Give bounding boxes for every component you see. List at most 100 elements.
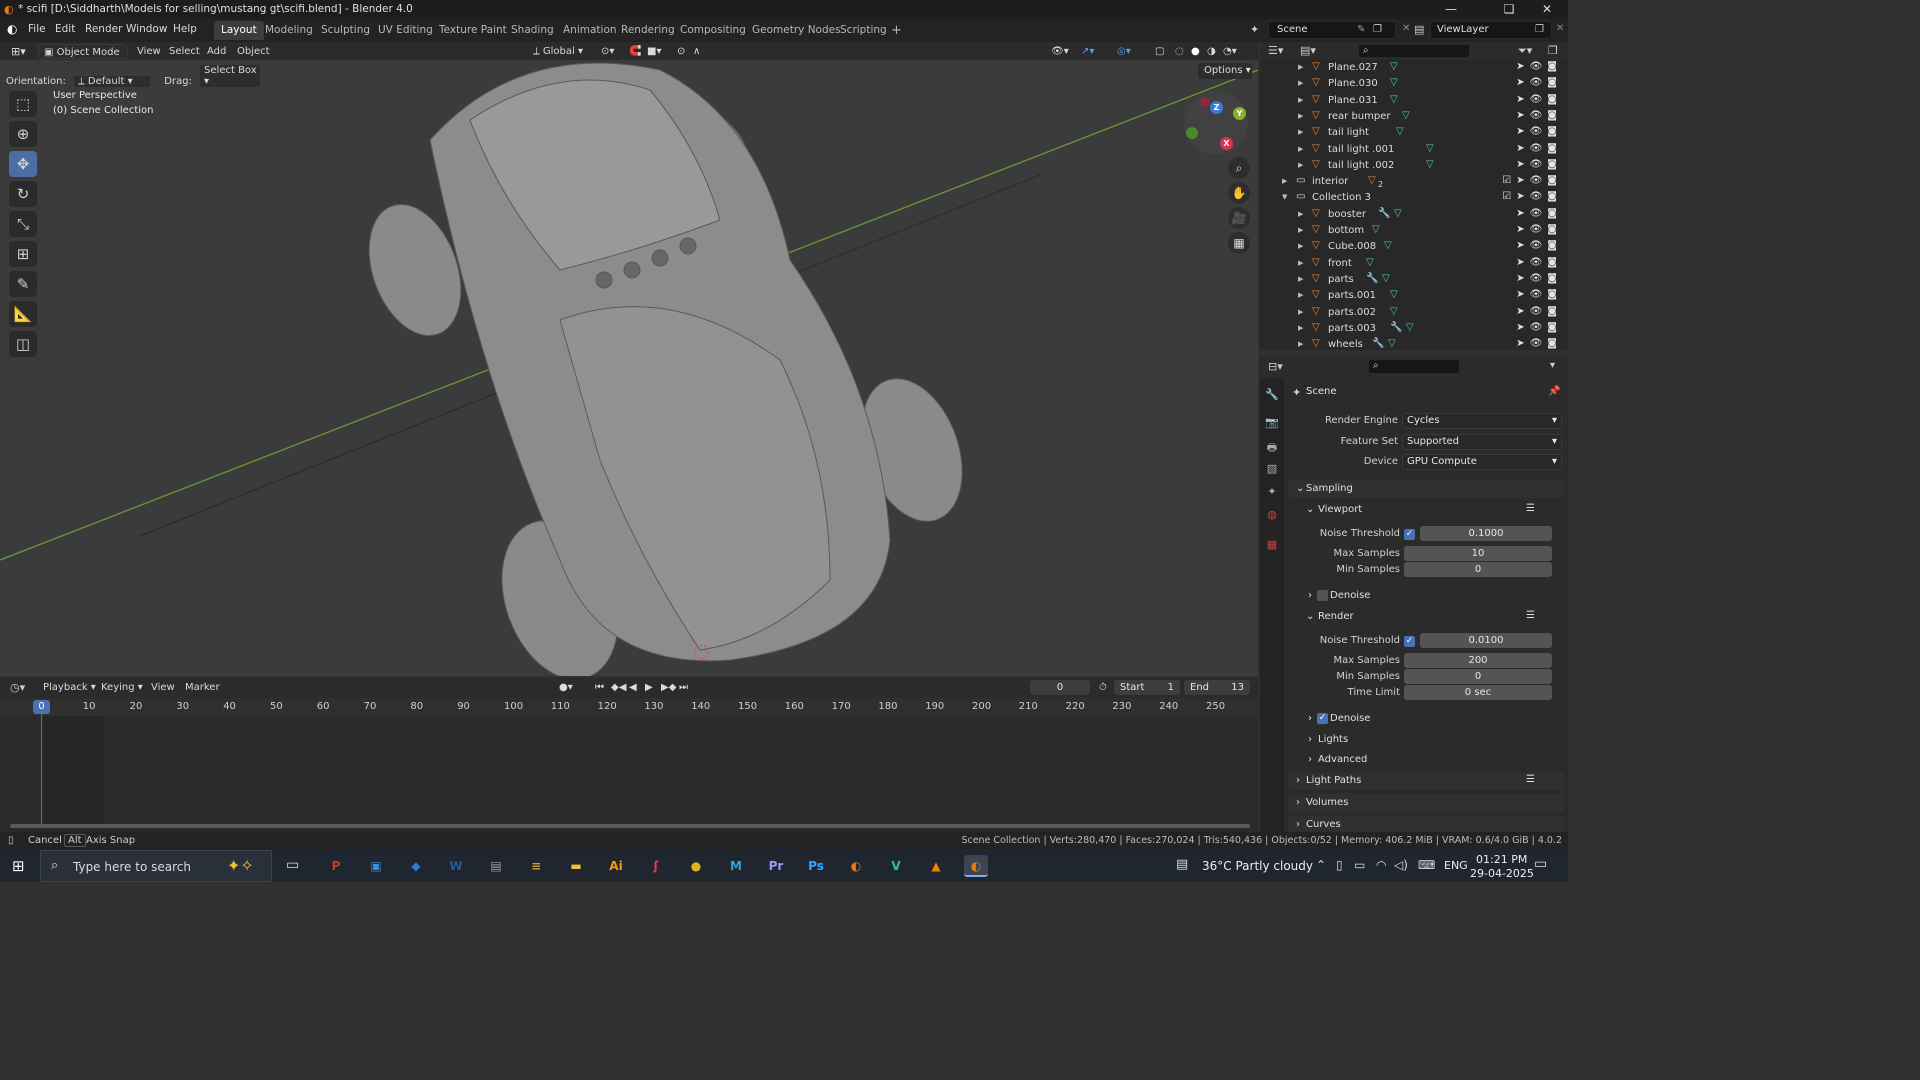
mesh-data-icon[interactable]: ▽	[1390, 77, 1398, 88]
eye-icon[interactable]: 👁	[1530, 159, 1548, 170]
menu-playback[interactable]: Playback ▾	[38, 680, 101, 695]
outliner-row[interactable]: ▶ ▽ parts.001 ▽ ➤👁◙	[1260, 288, 1568, 304]
tray-chevron-icon[interactable]: ⌃	[1316, 858, 1326, 872]
expand-toggle-icon[interactable]: ▶	[1282, 177, 1287, 185]
start-frame-field[interactable]: Start 1	[1114, 680, 1180, 695]
overlays-icon[interactable]: ◎▾	[1112, 44, 1136, 59]
zoom-icon[interactable]: ⌕	[1228, 157, 1250, 179]
weather-text[interactable]: 36°C Partly cloudy	[1202, 859, 1313, 873]
render-camera-icon[interactable]: ◙	[1547, 126, 1562, 137]
battery-icon[interactable]: ▭	[1354, 858, 1365, 872]
camera-view-icon[interactable]: 🎥	[1228, 207, 1250, 229]
selectable-arrow-icon[interactable]: ➤	[1516, 110, 1529, 121]
volumes-panel-header[interactable]: › Volumes	[1288, 794, 1564, 812]
menu-view[interactable]: View	[132, 44, 166, 59]
tab-layout[interactable]: Layout	[214, 21, 264, 40]
eye-icon[interactable]: 👁	[1530, 289, 1548, 300]
view-layer-selector[interactable]: ViewLayer ❐	[1430, 21, 1552, 39]
eye-icon[interactable]: 👁	[1530, 175, 1548, 186]
object-mesh-icon[interactable]: ▽	[1368, 175, 1376, 186]
modifier-wrench-icon[interactable]: 🔧	[1372, 338, 1384, 349]
render-camera-icon[interactable]: ◙	[1547, 110, 1562, 121]
menu-help[interactable]: Help	[173, 23, 197, 35]
selectable-arrow-icon[interactable]: ➤	[1516, 208, 1529, 219]
render-camera-icon[interactable]: ◙	[1547, 338, 1562, 349]
expand-toggle-icon[interactable]: ▶	[1298, 242, 1303, 250]
render-camera-icon[interactable]: ◙	[1547, 257, 1562, 268]
render-camera-icon[interactable]: ◙	[1547, 61, 1562, 72]
preview-range-icon[interactable]: ⏱	[1094, 680, 1112, 695]
scene-tab-icon[interactable]: ✦	[1264, 485, 1280, 501]
eye-icon[interactable]: 👁	[1530, 110, 1548, 121]
render-camera-icon[interactable]: ◙	[1547, 273, 1562, 284]
expand-toggle-icon[interactable]: ▶	[1298, 96, 1303, 104]
vp-denoise-chevron-icon[interactable]: ›	[1308, 590, 1312, 601]
annotate-tool-icon[interactable]: ✎	[9, 271, 37, 297]
tab-shading[interactable]: Shading	[504, 21, 561, 40]
word-icon[interactable]: W	[444, 855, 468, 877]
jump-end-icon[interactable]: ⏭	[674, 680, 693, 695]
world-tab-icon[interactable]: ◍	[1264, 508, 1280, 524]
properties-search-input[interactable]: ⌕	[1368, 359, 1460, 374]
explorer-alt-icon[interactable]: ▣	[364, 855, 388, 877]
selectable-arrow-icon[interactable]: ➤	[1516, 322, 1529, 333]
eye-icon[interactable]: 👁	[1530, 143, 1548, 154]
copilot-sparkle-icon[interactable]: ✦✧	[227, 856, 254, 875]
pin-icon[interactable]: 📌	[1548, 386, 1560, 397]
cursor-tool-icon[interactable]: ⊕	[9, 121, 37, 147]
navigation-gizmo[interactable]: Z Y X	[1184, 91, 1248, 155]
outliner-row[interactable]: ▶ ▽ rear bumper ▽ ➤👁◙	[1260, 109, 1568, 125]
visibility-controls[interactable]: ☑➤👁◙	[1502, 175, 1562, 186]
view-layer-tab-icon[interactable]: ▧	[1264, 462, 1280, 478]
eye-icon[interactable]: 👁	[1530, 224, 1548, 235]
visibility-controls[interactable]: ➤👁◙	[1516, 257, 1562, 268]
keyboard-icon[interactable]: ⌨	[1418, 858, 1435, 872]
eye-icon[interactable]: 👁	[1530, 338, 1548, 349]
viewport-subpanel-title[interactable]: Viewport	[1318, 504, 1362, 515]
tab-modeling[interactable]: Modeling	[258, 21, 320, 40]
blender-active-icon[interactable]: ◐	[964, 855, 988, 877]
render-chevron-icon[interactable]: ⌄	[1306, 611, 1314, 622]
close-icon[interactable]: ✕	[1524, 0, 1570, 19]
mesh-data-icon[interactable]: ▽	[1372, 224, 1380, 235]
app-v-icon[interactable]: V	[884, 855, 908, 877]
r-noise-threshold-field[interactable]: 0.0100	[1420, 633, 1552, 648]
notifications-icon[interactable]: ▭	[1534, 856, 1547, 872]
lights-chevron-icon[interactable]: ›	[1308, 734, 1312, 745]
mesh-data-icon[interactable]: ▽	[1426, 159, 1434, 170]
move-tool-icon[interactable]: ✥	[9, 151, 37, 177]
light-paths-panel-header[interactable]: › Light Paths ☰	[1288, 772, 1564, 790]
selectable-arrow-icon[interactable]: ➤	[1516, 175, 1529, 186]
wifi-icon[interactable]: ◠	[1376, 858, 1386, 872]
mesh-data-icon[interactable]: ▽	[1396, 126, 1404, 137]
eye-icon[interactable]: 👁	[1530, 273, 1548, 284]
outliner-row[interactable]: ▶ ▽ wheels 🔧 ▽ ➤👁◙	[1260, 337, 1568, 353]
selectable-arrow-icon[interactable]: ➤	[1516, 224, 1529, 235]
expand-toggle-icon[interactable]: ▶	[1298, 291, 1303, 299]
new-scene-icon[interactable]: ❐	[1373, 24, 1382, 35]
selectable-arrow-icon[interactable]: ➤	[1516, 159, 1529, 170]
visibility-controls[interactable]: ➤👁◙	[1516, 273, 1562, 284]
expand-toggle-icon[interactable]: ▶	[1298, 161, 1303, 169]
end-frame-field[interactable]: End 13	[1184, 680, 1250, 695]
powerpoint-icon[interactable]: P	[324, 855, 348, 877]
visibility-controls[interactable]: ➤👁◙	[1516, 94, 1562, 105]
outliner-row[interactable]: ▶ ▽ tail light .002 ▽ ➤👁◙	[1260, 158, 1568, 174]
new-collection-icon[interactable]: ❐	[1548, 44, 1558, 57]
outliner-row[interactable]: ▶ ▽ bottom ▽ ➤👁◙	[1260, 223, 1568, 239]
output-tab-icon[interactable]: 🖶	[1264, 439, 1280, 455]
weather-icon[interactable]: ▤	[1176, 857, 1188, 872]
expand-toggle-icon[interactable]: ▶	[1298, 63, 1303, 71]
feature-set-dropdown[interactable]: Supported ▾	[1402, 434, 1562, 450]
outliner-row[interactable]: ▶ ▽ Plane.030 ▽ ➤👁◙	[1260, 76, 1568, 92]
expand-toggle-icon[interactable]: ▶	[1298, 226, 1303, 234]
lights-subpanel[interactable]: Lights	[1318, 734, 1348, 745]
modifier-wrench-icon[interactable]: 🔧	[1366, 273, 1378, 284]
list-icon[interactable]: ☰	[1526, 503, 1535, 514]
outliner-row[interactable]: ▶ ▽ Cube.008 ▽ ➤👁◙	[1260, 239, 1568, 255]
add-cube-tool-icon[interactable]: ◫	[9, 331, 37, 357]
mesh-data-icon[interactable]: ▽	[1390, 289, 1398, 300]
mesh-data-icon[interactable]: ▽	[1406, 322, 1414, 333]
selectable-arrow-icon[interactable]: ➤	[1516, 289, 1529, 300]
outliner-row[interactable]: ▶ ▽ Plane.027 ▽ ➤👁◙	[1260, 60, 1568, 76]
